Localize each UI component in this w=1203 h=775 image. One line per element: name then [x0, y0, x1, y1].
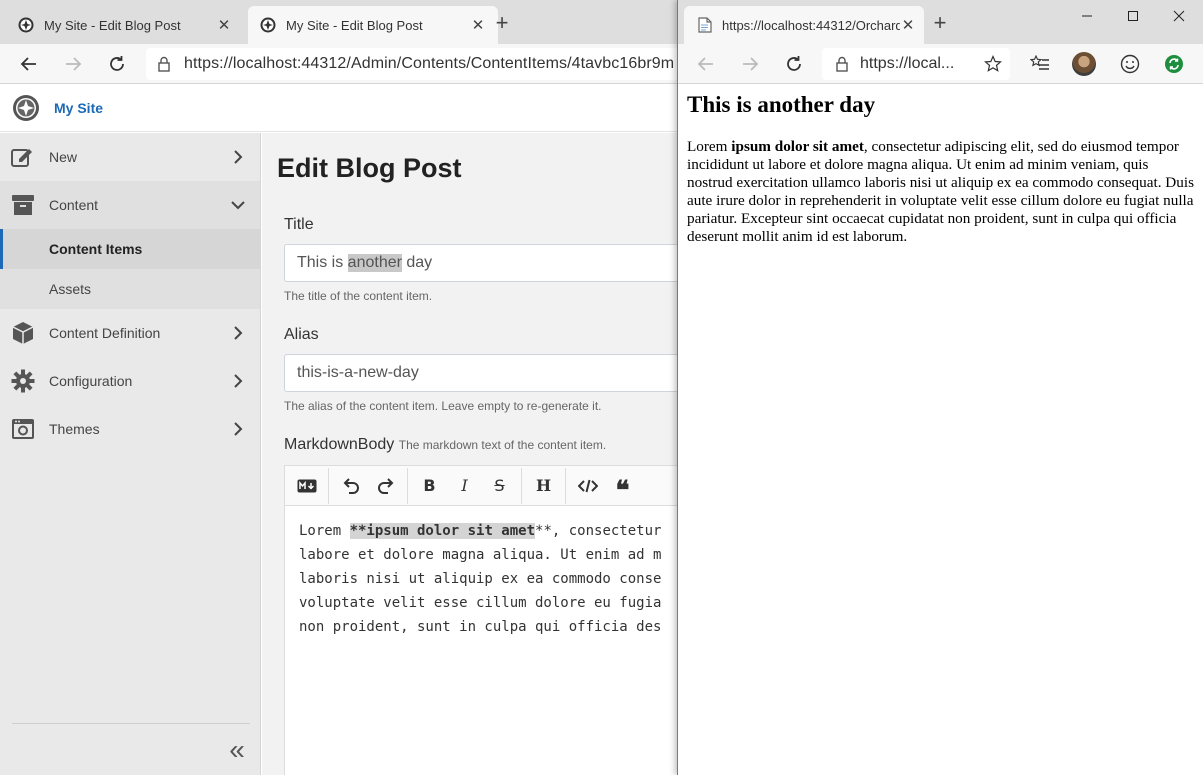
sidebar-item-label: New — [49, 149, 78, 165]
collapse-sidebar-button[interactable]: « — [224, 736, 250, 765]
chevron-right-icon — [228, 326, 248, 340]
alias-label: Alias — [284, 326, 319, 343]
sidebar-divider — [12, 723, 250, 724]
close-icon[interactable]: ✕ — [216, 16, 232, 34]
minimize-icon[interactable] — [1064, 0, 1110, 32]
refresh-icon[interactable] — [782, 52, 806, 76]
refresh-icon[interactable] — [105, 52, 129, 76]
toolbar-separator — [407, 467, 408, 504]
theme-window-icon — [10, 416, 36, 442]
sidebar-item-content-definition[interactable]: Content Definition — [0, 309, 260, 357]
forward-arrow-icon[interactable] — [61, 52, 85, 76]
new-tab-button[interactable]: + — [928, 12, 952, 36]
lock-icon — [836, 56, 848, 72]
sidebar-item-content[interactable]: Content — [0, 181, 260, 229]
gear-icon — [10, 368, 36, 394]
bold-icon[interactable]: B — [412, 471, 447, 501]
markdown-hint: The markdown text of the content item. — [398, 438, 607, 452]
back-arrow-icon[interactable] — [694, 52, 718, 76]
site-name-link[interactable]: My Site — [54, 100, 103, 116]
sidebar-item-new[interactable]: New — [0, 133, 260, 181]
title-value-before: This is — [297, 254, 348, 271]
close-icon[interactable]: ✕ — [470, 16, 486, 34]
favorite-star-icon[interactable] — [984, 55, 1002, 73]
title-hint: The title of the content item. — [284, 289, 433, 303]
feedback-smiley-icon[interactable] — [1118, 52, 1142, 76]
profile-avatar[interactable] — [1072, 52, 1096, 76]
editor-text: **, consectetur — [535, 523, 662, 539]
preview-text: Lorem — [687, 138, 732, 155]
markdown-toggle-icon[interactable] — [289, 471, 324, 501]
browser-toolbar: https://local... — [678, 44, 1203, 84]
preview-heading: This is another day — [687, 92, 876, 117]
chevron-down-icon — [228, 200, 248, 210]
heading-icon[interactable]: H — [526, 471, 561, 501]
title-value-after: day — [401, 254, 433, 271]
sidebar-item-configuration[interactable]: Configuration — [0, 357, 260, 405]
maximize-icon[interactable] — [1110, 0, 1156, 32]
title-value-selected: another — [347, 254, 402, 272]
tab-title: My Site - Edit Blog Post — [286, 17, 423, 33]
preview-content: This is another day Lorem ipsum dolor si… — [687, 92, 1195, 246]
forward-arrow-icon[interactable] — [738, 52, 762, 76]
preview-paragraph: Lorem ipsum dolor sit amet, consectetur … — [687, 138, 1195, 246]
address-bar[interactable]: https://local... — [822, 48, 1010, 80]
title-label: Title — [284, 216, 314, 233]
sidebar-item-label: Configuration — [49, 373, 133, 389]
toolbar-separator — [328, 467, 329, 504]
cube-icon — [10, 320, 36, 346]
quote-icon[interactable]: ❝ — [605, 471, 640, 506]
window-close-icon[interactable] — [1156, 0, 1202, 32]
undo-icon[interactable] — [333, 471, 368, 501]
editor-selected-text: **ipsum dolor sit amet — [349, 523, 536, 539]
page-title: Edit Blog Post — [277, 153, 462, 183]
page-favicon-icon — [698, 17, 712, 33]
preview-bold-text: ipsum dolor sit amet — [731, 138, 864, 155]
back-arrow-icon[interactable] — [17, 52, 41, 76]
markdown-label: MarkdownBody The markdown text of the co… — [284, 436, 606, 454]
tab-strip: https://localhost:44312/OrchardC ✕ + — [678, 0, 1203, 44]
browser-tab-2[interactable]: My Site - Edit Blog Post ✕ — [248, 6, 498, 44]
front-browser-window: https://localhost:44312/OrchardC ✕ + htt… — [677, 0, 1203, 775]
chevron-right-icon — [228, 422, 248, 436]
sidebar-item-label: Themes — [49, 421, 100, 437]
chevron-right-icon — [228, 374, 248, 388]
toolbar-separator — [521, 467, 522, 504]
editor-text: Lorem — [299, 523, 350, 539]
orchard-favicon-icon — [18, 17, 34, 33]
edit-icon — [10, 144, 36, 170]
sidebar-subitem-assets[interactable]: Assets — [0, 269, 260, 309]
markdown-label-text: MarkdownBody — [284, 436, 395, 453]
sync-icon[interactable] — [1162, 52, 1186, 76]
chevron-right-icon — [228, 150, 248, 164]
tab-title: https://localhost:44312/OrchardC — [722, 17, 900, 33]
browser-tab-1[interactable]: My Site - Edit Blog Post ✕ — [6, 6, 244, 44]
close-icon[interactable]: ✕ — [900, 16, 916, 34]
tab-title: My Site - Edit Blog Post — [44, 17, 181, 33]
orchard-logo-icon[interactable] — [12, 94, 40, 122]
toolbar-separator — [565, 467, 566, 504]
new-tab-button[interactable]: + — [490, 12, 514, 36]
sidebar-item-label: Content Definition — [49, 325, 161, 341]
code-icon[interactable] — [570, 471, 605, 501]
favorites-list-icon[interactable] — [1028, 52, 1052, 76]
address-url: https://localhost:44312/Admin/Contents/C… — [184, 55, 675, 72]
sidebar-item-themes[interactable]: Themes — [0, 405, 260, 453]
italic-icon[interactable]: I — [447, 471, 482, 501]
browser-tab-preview[interactable]: https://localhost:44312/OrchardC ✕ — [684, 6, 924, 44]
archive-icon — [10, 192, 36, 218]
strikethrough-icon[interactable]: S — [482, 471, 517, 501]
sidebar-item-label: Content — [49, 197, 99, 213]
address-url: https://local... — [860, 55, 955, 72]
redo-icon[interactable] — [368, 471, 403, 501]
sidebar-subitem-content-items[interactable]: Content Items — [0, 229, 260, 269]
orchard-favicon-icon — [260, 17, 276, 33]
alias-hint: The alias of the content item. Leave emp… — [284, 399, 602, 413]
lock-icon — [158, 56, 170, 72]
admin-sidebar: New Content Content Items Assets Content… — [0, 133, 261, 775]
